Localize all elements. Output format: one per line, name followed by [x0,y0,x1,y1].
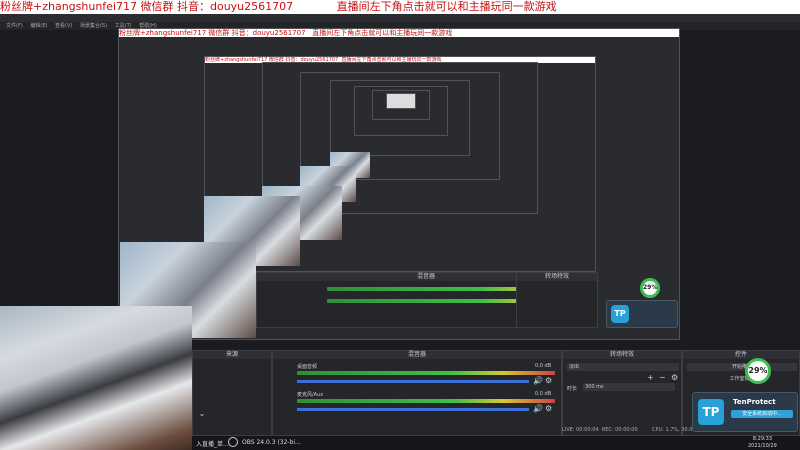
taskbar-clock: 8:29:33 2021/10/29 [748,436,777,450]
sources-panel: 来源 ⌄ [192,350,272,436]
speaker-icon[interactable]: 🔊 [533,404,543,413]
preview-level-8 [386,93,416,109]
tenprotect-popup: TP TenProtect 安全系统启动中... [692,392,798,432]
transition-panel: 转场特效 淡出 + − ⚙ 时长 300 ms [562,350,682,436]
banner-hint-text: 直播间左下角点击就可以和主播玩同一款游戏 [336,0,557,13]
start-stream-button[interactable]: 开始推流 [687,363,797,371]
mixer-track2-db: 0.0 dB [535,391,552,397]
nested-transition-panel: 转场特效 [516,272,598,328]
transition-title: 转场特效 [563,351,681,359]
tenprotect-status-button[interactable]: 安全系统启动中... [731,410,793,418]
menu-item-edit[interactable]: 编辑(E) [30,23,47,29]
mixer-track2-slider[interactable] [297,408,529,411]
gear-icon[interactable]: ⚙ [671,373,678,382]
mixer-track1-slider[interactable] [297,380,529,383]
mixer-track1-meter [297,371,555,375]
studio-mode-button[interactable]: 工作室模式 [687,375,797,383]
nested-tp-logo: TP [611,305,629,323]
title-bar [0,14,800,22]
mixer-panel: 混音器 桌面音频 0.0 dB 🔊 ⚙ 麦克风/Aux 0.0 dB 🔊 ⚙ [272,350,562,436]
status-cpu: CPU: 1.7%, 30.00 fps [652,427,692,433]
status-live: LIVE: 00:00:04 [562,427,599,433]
gear-icon[interactable]: ⚙ [545,404,552,413]
nested-tenprotect: TP [606,300,678,328]
nested-banner-1: 粉丝牌+zhangshunfei717 微信群 抖音：douyu2561707 … [119,29,679,37]
chevron-down-icon[interactable]: ⌄ [197,409,207,418]
sources-title: 来源 [193,351,271,359]
gear-icon[interactable]: ⚙ [545,376,552,385]
top-banner: 粉丝牌+zhangshunfei717 微信群 抖音：douyu2561707 … [0,0,800,14]
taskbar-app-1[interactable]: 入直播_单... [196,439,229,448]
nested-transition-title: 转场特效 [517,273,597,281]
status-rec: REC: 00:00:00 [601,427,638,433]
remove-icon[interactable]: − [659,373,666,382]
taskbar-date: 2021/10/29 [748,443,777,449]
duration-input[interactable]: 300 ms [583,383,675,391]
banner-fan-text: 粉丝牌+zhangshunfei717 微信群 抖音：douyu2561707 [0,0,294,13]
duration-label: 时长 [567,386,578,392]
mixer-track2-name: 麦克风/Aux [297,392,324,398]
tenprotect-logo: TP [698,399,724,425]
nested-cpu-circle: 29% [640,278,660,298]
menu-item-scenes[interactable]: 场景集合(S) [80,23,107,29]
controls-title: 控件 [683,351,799,359]
menu-item-view[interactable]: 查看(V) [55,23,72,29]
taskbar-time: 8:29:33 [752,436,773,442]
add-icon[interactable]: + [647,373,654,382]
tenprotect-name: TenProtect [733,398,776,406]
menu-item-file[interactable]: 文件(F) [6,23,23,29]
mixer-track1-db: 0.0 dB [535,363,552,369]
mixer-track1-name: 桌面音频 [297,364,318,370]
transition-select[interactable]: 淡出 [567,363,679,371]
speaker-icon[interactable]: 🔊 [533,376,543,385]
taskbar-app-2[interactable]: OBS 24.0.3 (32-bi... [242,439,301,446]
cpu-usage-circle: 29% [745,358,771,384]
webcam-feed [0,306,192,450]
taskbar: 入直播_单... OBS 24.0.3 (32-bi... 8:29:33 20… [192,436,800,450]
obs-icon [228,437,238,447]
mixer-title: 混音器 [273,351,561,359]
mixer-track2-meter [297,399,555,403]
